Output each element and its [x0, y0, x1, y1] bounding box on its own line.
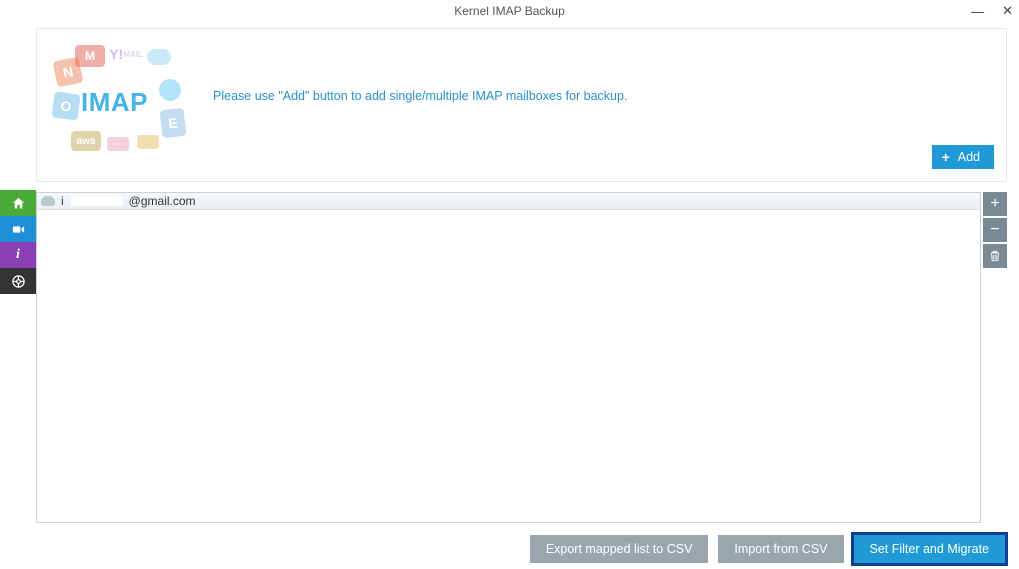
- imap-label: IMAP: [81, 87, 148, 118]
- yahoo-icon: Y!MAIL: [109, 43, 143, 65]
- window-title: Kernel IMAP Backup: [0, 4, 1019, 18]
- set-filter-migrate-button[interactable]: Set Filter and Migrate: [854, 535, 1006, 563]
- sidebar-info[interactable]: i: [0, 242, 36, 268]
- titlebar: Kernel IMAP Backup — ✕: [0, 0, 1019, 22]
- misc-icon-2: [137, 135, 159, 149]
- import-csv-button[interactable]: Import from CSV: [718, 535, 843, 563]
- add-button[interactable]: + Add: [932, 145, 994, 169]
- hero-instruction: Please use "Add" button to add single/mu…: [213, 39, 627, 103]
- list-actions: + −: [983, 192, 1007, 523]
- exchange-icon: E: [160, 108, 187, 138]
- hero-panel: M Y!MAIL N O E aws IMAP Please use "Add"…: [36, 28, 1007, 182]
- imap-illustration: M Y!MAIL N O E aws IMAP: [49, 39, 199, 159]
- minus-icon: −: [990, 221, 999, 239]
- home-icon: [11, 196, 26, 211]
- footer-bar: Export mapped list to CSV Import from CS…: [0, 529, 1019, 569]
- close-button[interactable]: ✕: [1002, 3, 1013, 19]
- video-icon: [11, 222, 26, 237]
- email-masked: [71, 196, 123, 206]
- list-add-button[interactable]: +: [983, 192, 1007, 216]
- sidebar-home[interactable]: [0, 190, 36, 216]
- plus-icon: +: [990, 195, 999, 213]
- list-delete-button[interactable]: [983, 244, 1007, 268]
- sidebar: i: [0, 190, 36, 294]
- list-item[interactable]: i @gmail.com: [37, 193, 980, 210]
- notes-icon: N: [53, 57, 84, 88]
- thunderbird-icon: [159, 79, 181, 101]
- email-prefix: i: [61, 194, 65, 208]
- help-icon: [11, 274, 26, 289]
- trash-icon: [988, 249, 1002, 263]
- add-button-label: Add: [958, 150, 980, 164]
- mail-caption: MAIL: [123, 50, 143, 59]
- email-suffix: @gmail.com: [129, 194, 196, 208]
- export-csv-button[interactable]: Export mapped list to CSV: [530, 535, 709, 563]
- plus-icon: +: [942, 150, 950, 164]
- window-controls: — ✕: [971, 0, 1013, 22]
- minimize-button[interactable]: —: [971, 4, 984, 19]
- main-content: M Y!MAIL N O E aws IMAP Please use "Add"…: [36, 22, 1007, 535]
- info-icon: i: [16, 247, 20, 263]
- mailbox-list-zone: i @gmail.com + −: [36, 192, 1007, 523]
- aws-icon: aws: [71, 131, 101, 151]
- sidebar-help[interactable]: [0, 268, 36, 294]
- list-remove-button[interactable]: −: [983, 218, 1007, 242]
- mailbox-listbox[interactable]: i @gmail.com: [36, 192, 981, 523]
- chat-icon: [147, 49, 171, 65]
- sidebar-video[interactable]: [0, 216, 36, 242]
- misc-icon-1: [107, 137, 129, 151]
- cloud-icon: [41, 196, 55, 206]
- outlook-icon: O: [51, 91, 80, 120]
